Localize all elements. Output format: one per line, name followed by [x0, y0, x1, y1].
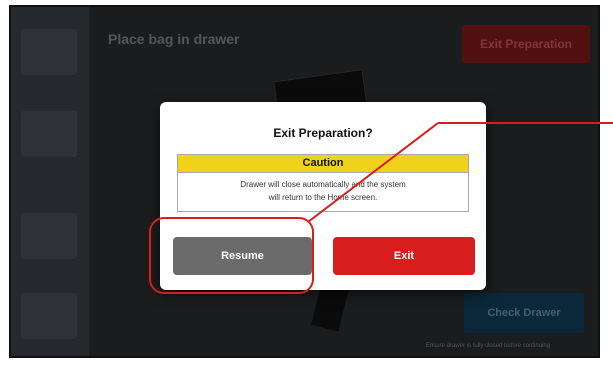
caution-message-line-1: Drawer will close automatically and the …	[240, 180, 406, 189]
caution-header: Caution	[178, 155, 468, 173]
exit-preparation-dialog: Exit Preparation? Caution Drawer will cl…	[160, 102, 486, 290]
caution-box: Caution Drawer will close automatically …	[177, 154, 469, 212]
resume-button[interactable]: Resume	[173, 237, 312, 275]
exit-button[interactable]: Exit	[333, 237, 475, 275]
caution-message: Drawer will close automatically and the …	[178, 173, 468, 204]
device-screen: Place bag in drawer Exit Preparation Che…	[9, 5, 600, 358]
dialog-title: Exit Preparation?	[273, 126, 373, 140]
caution-message-line-2: will return to the Home screen.	[268, 193, 378, 202]
